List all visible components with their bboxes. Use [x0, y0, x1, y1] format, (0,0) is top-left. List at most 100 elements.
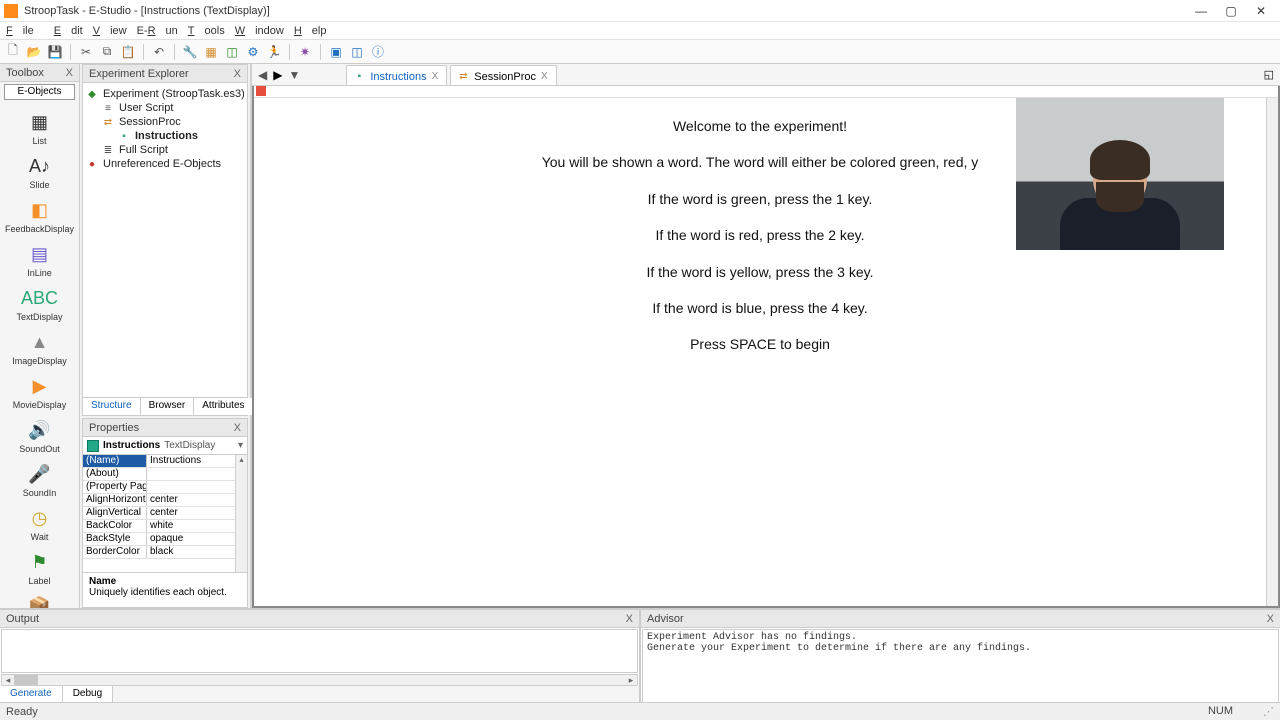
tree-item[interactable]: ⇄SessionProc: [85, 115, 245, 129]
tab-attributes[interactable]: Attributes: [194, 398, 253, 415]
toolbox-item-textdisplay[interactable]: ABCTextDisplay: [0, 282, 79, 326]
property-row[interactable]: (Property Pages): [83, 481, 235, 494]
menubar: File Edit View E-Run Tools Window Help: [0, 22, 1280, 40]
property-row[interactable]: BackColorwhite: [83, 520, 235, 533]
output-panel: Output X ◂▸ Generate Debug: [0, 610, 641, 704]
save-icon[interactable]: 💾: [46, 43, 64, 61]
property-desc-name: Name: [89, 576, 241, 587]
toolbox-item-moviedisplay[interactable]: ▶MovieDisplay: [0, 370, 79, 414]
toolbox-item-soundin[interactable]: 🎤SoundIn: [0, 458, 79, 502]
tab-structure[interactable]: Structure: [83, 398, 141, 415]
toolbox-item-wait[interactable]: ◷Wait: [0, 502, 79, 546]
text-line: If the word is blue, press the 4 key.: [262, 290, 1258, 326]
maximize-button[interactable]: ▢: [1216, 1, 1246, 21]
toolbox-item-packagecall[interactable]: 📦PackageCall: [0, 590, 79, 608]
nav-play-icon[interactable]: ▶: [273, 68, 282, 82]
resize-grip-icon[interactable]: ⋰: [1263, 705, 1274, 718]
tab-browser[interactable]: Browser: [141, 398, 195, 415]
doc-tab-sessionproc[interactable]: ⇄SessionProcX: [450, 65, 556, 85]
status-text: Ready: [6, 706, 38, 718]
properties-scrollbar[interactable]: ▴: [235, 455, 247, 572]
menu-edit[interactable]: Edit: [54, 25, 83, 37]
properties-title: Properties: [89, 422, 139, 434]
toolbox-item-imagedisplay[interactable]: ▲ImageDisplay: [0, 326, 79, 370]
tree-item[interactable]: ▪Instructions: [85, 129, 245, 143]
advisor-panel: Advisor X Experiment Advisor has no find…: [641, 610, 1280, 704]
tree-item[interactable]: ◆Experiment (StroopTask.es3): [85, 87, 245, 101]
toolbox-item-feedbackdisplay[interactable]: ◧FeedbackDisplay: [0, 194, 79, 238]
property-row[interactable]: AlignHorizontalcenter: [83, 494, 235, 507]
toolbox-item-label[interactable]: ⚑Label: [0, 546, 79, 590]
nav-down-icon[interactable]: ▼: [288, 68, 300, 82]
advisor-close-icon[interactable]: X: [1267, 613, 1274, 625]
editor-vscrollbar[interactable]: [1266, 98, 1278, 606]
property-row[interactable]: BorderColorblack: [83, 546, 235, 559]
property-row[interactable]: (Name)Instructions: [83, 455, 235, 468]
property-grid[interactable]: (Name)Instructions(About)(Property Pages…: [83, 455, 235, 572]
separator: [143, 44, 144, 60]
close-button[interactable]: ✕: [1246, 1, 1276, 21]
restore-icon[interactable]: ◱: [1258, 64, 1280, 85]
tab-close-icon[interactable]: X: [432, 71, 439, 82]
property-row[interactable]: BackStyleopaque: [83, 533, 235, 546]
explorer-close-icon[interactable]: X: [234, 68, 241, 80]
toolbox-item-list[interactable]: ▦List: [0, 106, 79, 150]
toolbox-item-slide[interactable]: A♪Slide: [0, 150, 79, 194]
toolbox-tab-eobjects[interactable]: E-Objects: [4, 84, 75, 100]
property-row[interactable]: (About): [83, 468, 235, 481]
cut-icon[interactable]: ✂: [77, 43, 95, 61]
editor-ruler: [254, 86, 1278, 98]
textdisplay-icon: [87, 440, 99, 452]
output-header: Output X: [0, 610, 639, 628]
menu-view[interactable]: View: [93, 25, 127, 37]
property-row[interactable]: AlignVerticalcenter: [83, 507, 235, 520]
tree-item[interactable]: ≣Full Script: [85, 143, 245, 157]
new-icon[interactable]: 🗋: [4, 43, 22, 61]
tab-close-icon[interactable]: X: [541, 71, 548, 82]
doc-tab-instructions[interactable]: ▪InstructionsX: [346, 65, 447, 85]
output-close-icon[interactable]: X: [626, 613, 633, 625]
menu-erun[interactable]: E-Run: [137, 25, 178, 37]
nav-back-icon[interactable]: ◀: [258, 68, 267, 82]
window-icon[interactable]: ▣: [327, 43, 345, 61]
minimize-button[interactable]: —: [1186, 1, 1216, 21]
toolbox-header: Toolbox X: [0, 64, 79, 82]
settings-icon[interactable]: ✷: [296, 43, 314, 61]
webcam-overlay: [1016, 98, 1224, 250]
tool-icon[interactable]: 🔧: [181, 43, 199, 61]
menu-help[interactable]: Help: [294, 25, 327, 37]
dropdown-icon[interactable]: ▾: [238, 440, 243, 451]
menu-window[interactable]: Window: [235, 25, 284, 37]
properties-close-icon[interactable]: X: [234, 422, 241, 434]
separator: [174, 44, 175, 60]
undo-icon[interactable]: ↶: [150, 43, 168, 61]
open-icon[interactable]: 📂: [25, 43, 43, 61]
toolbox-close-icon[interactable]: X: [66, 67, 73, 79]
properties-selector[interactable]: Instructions TextDisplay ▾: [83, 437, 247, 455]
grid-icon[interactable]: ▦: [202, 43, 220, 61]
tree-item[interactable]: ≡User Script: [85, 101, 245, 115]
explorer-tree[interactable]: ◆Experiment (StroopTask.es3)≡User Script…: [83, 83, 247, 397]
output-hscrollbar[interactable]: ◂▸: [1, 674, 638, 686]
ruler-marker-icon: [256, 86, 266, 96]
explorer-header: Experiment Explorer X: [83, 65, 247, 83]
windows-icon[interactable]: ◫: [348, 43, 366, 61]
toolbox-item-inline[interactable]: ▤InLine: [0, 238, 79, 282]
text-editor[interactable]: Welcome to the experiment!You will be sh…: [254, 98, 1266, 606]
toolbox-item-soundout[interactable]: 🔊SoundOut: [0, 414, 79, 458]
output-body[interactable]: [1, 629, 638, 673]
run-icon[interactable]: ⚙: [244, 43, 262, 61]
selected-object-name: Instructions: [103, 440, 160, 451]
property-desc-text: Uniquely identifies each object.: [89, 587, 227, 598]
copy-icon[interactable]: ⧉: [98, 43, 116, 61]
paste-icon[interactable]: 📋: [119, 43, 137, 61]
experiment-explorer-panel: Experiment Explorer X ◆Experiment (Stroo…: [82, 64, 248, 416]
menu-file[interactable]: File: [6, 25, 44, 37]
advisor-body[interactable]: Experiment Advisor has no findings.Gener…: [642, 629, 1279, 703]
box-icon[interactable]: ◫: [223, 43, 241, 61]
text-line: If the word is yellow, press the 3 key.: [262, 254, 1258, 290]
info-icon[interactable]: ⓘ: [369, 43, 387, 61]
menu-tools[interactable]: Tools: [188, 25, 225, 37]
person-run-icon[interactable]: 🏃: [265, 43, 283, 61]
tree-item[interactable]: ●Unreferenced E-Objects: [85, 157, 245, 171]
